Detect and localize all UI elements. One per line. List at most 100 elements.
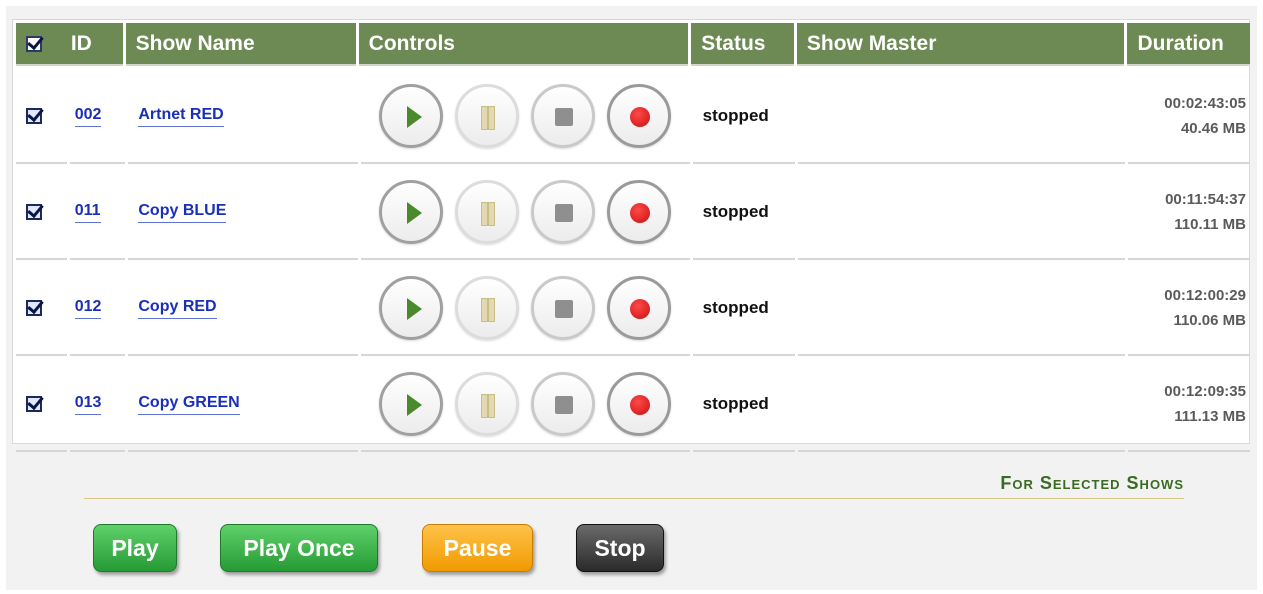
row-name-cell: Copy BLUE	[128, 164, 358, 260]
pause-icon	[480, 394, 495, 418]
row-status-cell: stopped	[692, 356, 796, 452]
pause-selected-button[interactable]: Pause	[422, 524, 533, 572]
row-controls-cell	[360, 164, 690, 260]
pause-button[interactable]	[454, 180, 519, 244]
row-duration-cell: 00:02:43:05 40.46 MB	[1127, 68, 1251, 164]
play-once-selected-button[interactable]: Play Once	[220, 524, 378, 572]
pause-button[interactable]	[454, 276, 519, 340]
pause-button[interactable]	[454, 84, 519, 148]
row-checkbox[interactable]	[26, 396, 42, 412]
play-button[interactable]	[378, 276, 443, 340]
show-id-link[interactable]: 011	[74, 202, 101, 223]
play-icon	[406, 106, 422, 128]
shows-table: ID Show Name Controls Status Show Master…	[12, 19, 1251, 452]
row-select-cell	[16, 164, 67, 260]
row-status-cell: stopped	[692, 68, 796, 164]
duration-text: 00:12:00:29	[1164, 287, 1246, 304]
show-name-link[interactable]: Artnet RED	[138, 106, 224, 127]
status-text: stopped	[702, 106, 769, 125]
show-id-link[interactable]: 012	[74, 298, 102, 319]
record-button[interactable]	[606, 372, 671, 436]
record-icon	[629, 299, 650, 319]
play-icon	[406, 394, 422, 416]
row-duration-cell: 00:12:09:35 111.13 MB	[1127, 356, 1251, 452]
record-button[interactable]	[606, 276, 671, 340]
divider	[84, 498, 1184, 499]
play-button[interactable]	[378, 372, 443, 436]
pause-icon	[480, 106, 495, 130]
select-all-checkbox[interactable]	[26, 35, 42, 52]
table-row: 011 Copy BLUE stopped 00:11:54:37 110.11 MB	[16, 164, 1251, 260]
row-name-cell: Artnet RED	[128, 68, 358, 164]
row-status-cell: stopped	[692, 164, 796, 260]
row-checkbox[interactable]	[26, 108, 42, 124]
table-row: 012 Copy RED stopped 00:12:00:29 110.06 MB	[16, 260, 1251, 356]
row-checkbox[interactable]	[26, 204, 42, 220]
show-name-link[interactable]: Copy BLUE	[138, 202, 227, 223]
stop-button[interactable]	[530, 276, 595, 340]
play-button[interactable]	[378, 84, 443, 148]
row-duration-cell: 00:11:54:37 110.11 MB	[1127, 164, 1251, 260]
row-show-master-cell	[797, 260, 1125, 356]
stop-selected-button[interactable]: Stop	[576, 524, 664, 572]
play-icon	[406, 298, 422, 320]
stop-button[interactable]	[530, 372, 595, 436]
row-name-cell: Copy RED	[128, 260, 358, 356]
status-text: stopped	[702, 298, 769, 317]
pause-icon	[480, 298, 495, 322]
pause-button[interactable]	[454, 372, 519, 436]
row-select-cell	[16, 260, 67, 356]
stop-icon	[554, 108, 573, 126]
row-id-cell: 002	[69, 68, 126, 164]
record-icon	[629, 107, 650, 127]
size-text: 111.13 MB	[1174, 408, 1246, 425]
play-icon	[406, 202, 422, 224]
row-id-cell: 013	[69, 356, 126, 452]
play-selected-button[interactable]: Play	[93, 524, 177, 572]
row-controls-cell	[360, 356, 690, 452]
show-name-link[interactable]: Copy RED	[138, 298, 217, 319]
row-checkbox[interactable]	[26, 300, 42, 316]
stop-icon	[554, 396, 573, 414]
stop-button[interactable]	[530, 84, 595, 148]
record-button[interactable]	[606, 180, 671, 244]
row-select-cell	[16, 356, 67, 452]
header-show-name[interactable]: Show Name	[125, 23, 356, 66]
row-controls-cell	[360, 68, 690, 164]
row-id-cell: 011	[69, 164, 126, 260]
show-id-link[interactable]: 013	[74, 394, 102, 415]
record-icon	[629, 395, 650, 415]
row-select-cell	[16, 68, 67, 164]
pause-icon	[480, 202, 495, 226]
show-name-link[interactable]: Copy GREEN	[138, 394, 240, 415]
selected-shows-heading: For Selected Shows	[1000, 473, 1184, 493]
row-show-master-cell	[797, 68, 1125, 164]
status-text: stopped	[702, 202, 769, 221]
size-text: 40.46 MB	[1180, 120, 1246, 137]
row-duration-cell: 00:12:00:29 110.06 MB	[1127, 260, 1251, 356]
header-id[interactable]: ID	[66, 23, 123, 66]
header-status[interactable]: Status	[691, 23, 794, 66]
header-show-master[interactable]: Show Master	[796, 23, 1125, 66]
stop-icon	[554, 204, 573, 222]
duration-text: 00:11:54:37	[1165, 191, 1246, 208]
record-icon	[629, 203, 650, 223]
duration-text: 00:12:09:35	[1164, 383, 1246, 400]
size-text: 110.11 MB	[1174, 216, 1246, 233]
status-text: stopped	[702, 394, 769, 413]
table-header: ID Show Name Controls Status Show Master…	[16, 23, 1250, 66]
stop-button[interactable]	[530, 180, 595, 244]
header-duration[interactable]: Duration	[1127, 23, 1250, 66]
row-show-master-cell	[797, 356, 1125, 452]
show-id-link[interactable]: 002	[74, 106, 102, 127]
row-status-cell: stopped	[692, 260, 796, 356]
row-controls-cell	[360, 260, 690, 356]
record-button[interactable]	[606, 84, 671, 148]
size-text: 110.06 MB	[1173, 312, 1246, 329]
duration-text: 00:02:43:05	[1164, 95, 1246, 112]
row-name-cell: Copy GREEN	[128, 356, 358, 452]
row-show-master-cell	[797, 164, 1125, 260]
play-button[interactable]	[378, 180, 443, 244]
table-row: 013 Copy GREEN stopped 00:12:09:35 111.13 MB	[16, 356, 1251, 452]
header-controls: Controls	[358, 23, 689, 66]
